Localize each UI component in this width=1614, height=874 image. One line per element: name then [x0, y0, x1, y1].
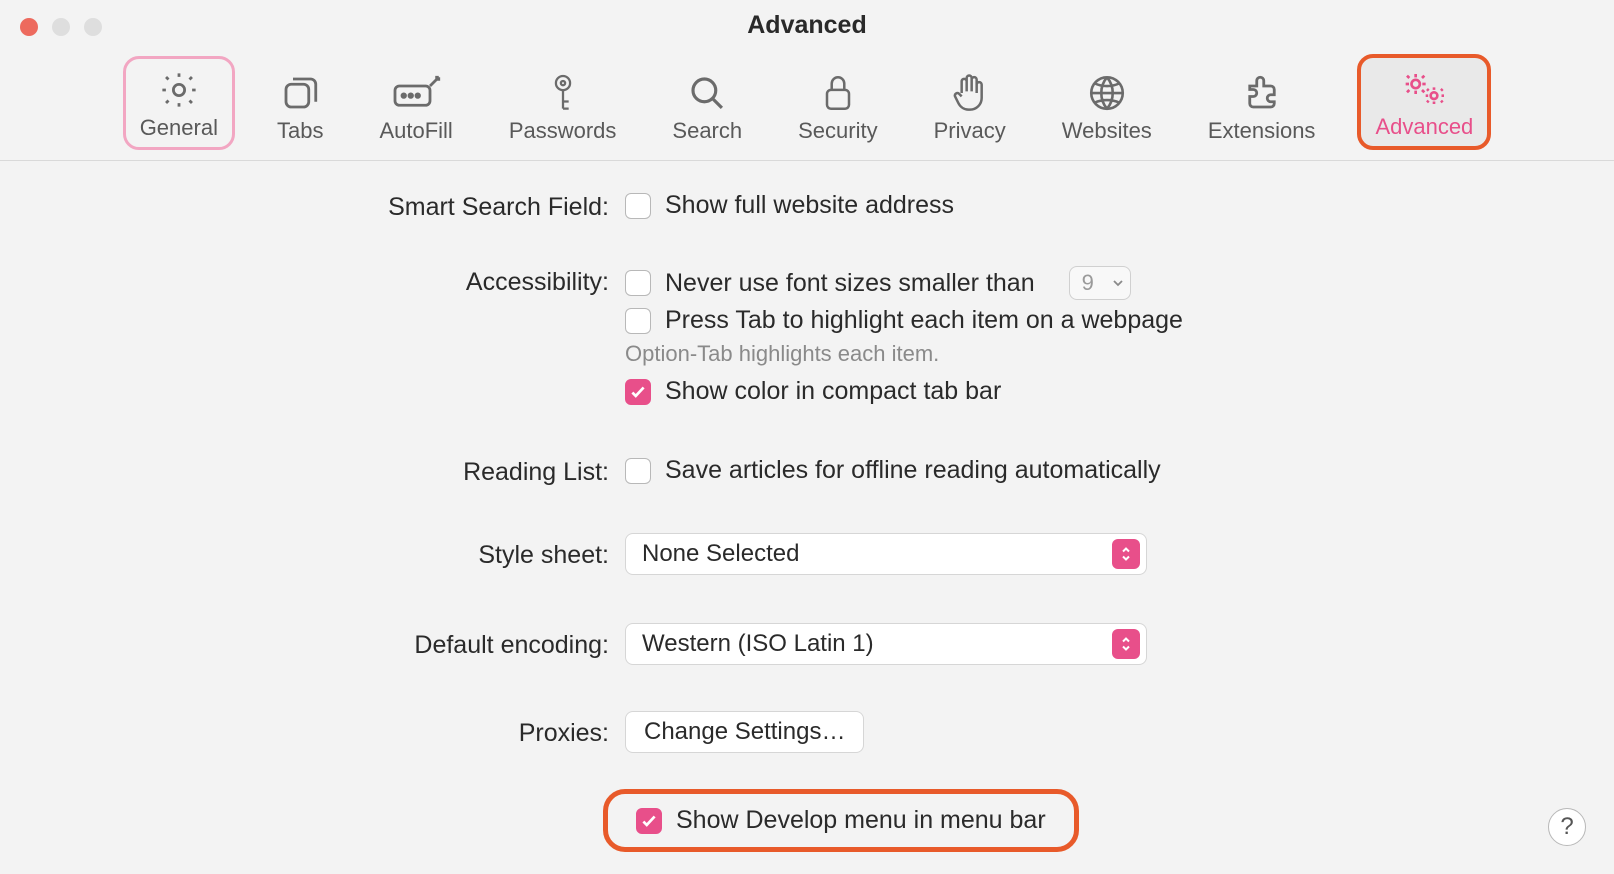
- close-window-button[interactable]: [20, 18, 38, 36]
- smart-search-label: Smart Search Field:: [60, 191, 625, 222]
- tab-label: General: [140, 115, 218, 141]
- save-offline-label: Save articles for offline reading automa…: [665, 456, 1161, 485]
- updown-arrows-icon: [1112, 539, 1140, 569]
- minimize-window-button[interactable]: [52, 18, 70, 36]
- tab-advanced[interactable]: Advanced: [1357, 54, 1491, 150]
- show-full-address-checkbox[interactable]: [625, 193, 651, 219]
- change-settings-label: Change Settings…: [644, 718, 845, 746]
- style-sheet-value: None Selected: [642, 540, 799, 568]
- proxies-label: Proxies:: [60, 711, 625, 748]
- tab-search[interactable]: Search: [658, 62, 756, 150]
- puzzle-icon: [1241, 70, 1283, 116]
- accessibility-label: Accessibility:: [60, 266, 625, 297]
- gear-icon: [158, 67, 200, 113]
- tab-general[interactable]: General: [123, 56, 235, 150]
- window-title: Advanced: [0, 11, 1614, 40]
- save-offline-checkbox[interactable]: [625, 458, 651, 484]
- gears-icon: [1399, 66, 1449, 112]
- default-encoding-value: Western (ISO Latin 1): [642, 630, 874, 658]
- help-button[interactable]: ?: [1548, 808, 1586, 846]
- titlebar: Advanced: [0, 0, 1614, 50]
- globe-icon: [1086, 70, 1128, 116]
- show-full-address-label: Show full website address: [665, 191, 954, 220]
- hand-icon: [950, 70, 990, 116]
- tab-passwords[interactable]: Passwords: [495, 62, 631, 150]
- tab-security[interactable]: Security: [784, 62, 891, 150]
- zoom-window-button[interactable]: [84, 18, 102, 36]
- preferences-toolbar: General Tabs AutoFill Passwords Search S…: [0, 50, 1614, 161]
- tab-extensions[interactable]: Extensions: [1194, 62, 1330, 150]
- autofill-icon: [389, 70, 443, 116]
- style-sheet-label: Style sheet:: [60, 533, 625, 570]
- default-encoding-label: Default encoding:: [60, 623, 625, 660]
- show-color-label: Show color in compact tab bar: [665, 377, 1001, 406]
- font-size-stepper[interactable]: 9: [1069, 266, 1131, 300]
- tab-label: Passwords: [509, 118, 617, 144]
- develop-highlight: Show Develop menu in menu bar: [603, 789, 1079, 852]
- tabs-icon: [279, 70, 321, 116]
- tab-privacy[interactable]: Privacy: [920, 62, 1020, 150]
- show-develop-label: Show Develop menu in menu bar: [676, 806, 1046, 835]
- style-sheet-select[interactable]: None Selected: [625, 533, 1147, 575]
- default-encoding-select[interactable]: Western (ISO Latin 1): [625, 623, 1147, 665]
- press-tab-label: Press Tab to highlight each item on a we…: [665, 306, 1183, 335]
- show-develop-checkbox[interactable]: [636, 808, 662, 834]
- press-tab-checkbox[interactable]: [625, 308, 651, 334]
- tab-tabs[interactable]: Tabs: [263, 62, 337, 150]
- tab-label: Advanced: [1375, 114, 1473, 140]
- tab-label: Search: [672, 118, 742, 144]
- tab-label: Websites: [1062, 118, 1152, 144]
- tab-label: AutoFill: [379, 118, 452, 144]
- tab-label: Privacy: [934, 118, 1006, 144]
- show-color-checkbox[interactable]: [625, 379, 651, 405]
- advanced-settings-panel: Smart Search Field: Show full website ad…: [0, 161, 1614, 852]
- reading-list-label: Reading List:: [60, 456, 625, 487]
- change-settings-button[interactable]: Change Settings…: [625, 711, 864, 753]
- tab-label: Security: [798, 118, 877, 144]
- press-tab-hint: Option-Tab highlights each item.: [625, 341, 1554, 367]
- tab-websites[interactable]: Websites: [1048, 62, 1166, 150]
- window-controls: [20, 18, 102, 36]
- tab-autofill[interactable]: AutoFill: [365, 62, 466, 150]
- help-label: ?: [1560, 813, 1573, 841]
- chevron-down-icon: [1106, 278, 1130, 288]
- search-icon: [686, 70, 728, 116]
- never-smaller-checkbox[interactable]: [625, 270, 651, 296]
- updown-arrows-icon: [1112, 629, 1140, 659]
- lock-icon: [819, 70, 857, 116]
- font-size-value: 9: [1070, 270, 1106, 296]
- tab-label: Extensions: [1208, 118, 1316, 144]
- tab-label: Tabs: [277, 118, 323, 144]
- key-icon: [546, 70, 580, 116]
- never-smaller-label: Never use font sizes smaller than: [665, 269, 1035, 298]
